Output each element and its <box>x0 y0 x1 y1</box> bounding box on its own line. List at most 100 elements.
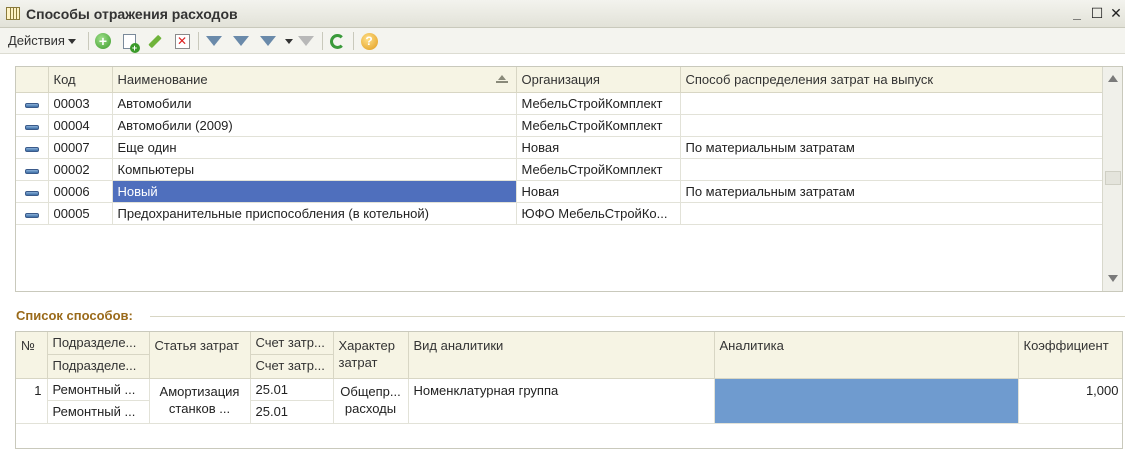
catalog-item-icon <box>24 124 39 130</box>
column-header-number[interactable]: № <box>16 332 48 379</box>
column-header-cost-item[interactable]: Статья затрат <box>149 332 251 379</box>
cell-organization: ЮФО МебельСтройКо... <box>516 202 681 225</box>
cell-name: Компьютеры <box>112 158 517 181</box>
table-header-row: Код Наименование Организация Способ расп… <box>16 67 1104 93</box>
help-icon: ? <box>360 32 378 50</box>
cell-code: 00004 <box>48 114 113 137</box>
toolbar-divider <box>198 32 199 50</box>
column-header-coefficient[interactable]: Коэффициент <box>1018 332 1122 379</box>
cell-code: 00007 <box>48 136 113 159</box>
actions-menu[interactable]: Действия <box>8 33 76 48</box>
table-row[interactable]: 00002 Компьютеры МебельСтройКомплект <box>16 158 1104 181</box>
cell-department-2: Ремонтный ... <box>52 404 136 419</box>
toolbar-divider <box>353 32 354 50</box>
maximize-button[interactable]: ☐ <box>1088 4 1106 22</box>
scroll-thumb[interactable] <box>1105 171 1121 185</box>
cell-distribution-method <box>680 158 1104 181</box>
cell-cost-nature: Общепр... расходы <box>333 378 409 424</box>
filter-history-button[interactable] <box>258 31 278 51</box>
cell-organization: МебельСтройКомплект <box>516 158 681 181</box>
copy-icon <box>122 33 140 53</box>
row-icon-cell <box>16 202 49 225</box>
cell-organization: Новая <box>516 180 681 203</box>
cell-code: 00006 <box>48 180 113 203</box>
cell-department-1: Ремонтный ... <box>47 379 148 401</box>
column-header-account-2[interactable]: Счет затр... <box>251 355 333 378</box>
cell-analytics[interactable] <box>714 378 1019 424</box>
cell-name: Автомобили (2009) <box>112 114 517 137</box>
refresh-button[interactable] <box>327 31 347 51</box>
column-header-name-label: Наименование <box>117 71 208 87</box>
add-button[interactable]: + <box>93 31 113 51</box>
row-icon-cell <box>16 158 49 181</box>
cell-organization: Новая <box>516 136 681 159</box>
column-header-cost-nature[interactable]: Характер затрат <box>333 332 409 379</box>
catalog-item-icon <box>24 190 39 196</box>
column-header-department[interactable]: Подразделе... Подразделе... <box>47 332 150 379</box>
delete-button[interactable]: ✕ <box>172 31 192 51</box>
help-button[interactable]: ? <box>359 31 379 51</box>
cell-distribution-method <box>680 114 1104 137</box>
cell-name: Еще один <box>112 136 517 159</box>
column-header-analytics[interactable]: Аналитика <box>714 332 1019 379</box>
catalog-item-icon <box>24 212 39 218</box>
cell-distribution-method <box>680 202 1104 225</box>
close-button[interactable]: ✕ <box>1107 4 1125 22</box>
catalog-item-icon <box>24 146 39 152</box>
toolbar-divider <box>322 32 323 50</box>
scroll-up-arrow-icon[interactable] <box>1105 69 1121 89</box>
column-header-account-1[interactable]: Счет затр... <box>250 332 332 355</box>
catalog-item-icon <box>24 102 39 108</box>
cell-account-2: 25.01 <box>255 404 289 419</box>
cell-name: Автомобили <box>112 92 517 115</box>
list-icon <box>6 7 20 20</box>
table-row[interactable]: 00007 Еще один Новая По материальным зат… <box>16 136 1104 159</box>
filter-settings-button[interactable] <box>204 31 224 51</box>
row-icon-cell <box>16 114 49 137</box>
cell-organization: МебельСтройКомплект <box>516 92 681 115</box>
section-label: Список способов: <box>16 308 136 323</box>
cell-department: Ремонтный ... Ремонтный ... <box>47 378 150 424</box>
cell-distribution-method: По материальным затратам <box>680 136 1104 159</box>
cell-name: Предохранительные приспособления (в коте… <box>112 202 517 225</box>
table-row[interactable]: 00004 Автомобили (2009) МебельСтройКомпл… <box>16 114 1104 137</box>
clear-filter-button[interactable] <box>296 31 316 51</box>
column-header-organization[interactable]: Организация <box>516 67 681 93</box>
refresh-icon <box>329 33 345 49</box>
column-header-account[interactable]: Счет затр... Счет затр... <box>250 332 334 379</box>
toolbar-divider <box>88 32 89 50</box>
column-header-analytics-type[interactable]: Вид аналитики <box>408 332 715 379</box>
vertical-scrollbar[interactable] <box>1102 67 1122 291</box>
scroll-down-arrow-icon[interactable] <box>1105 269 1121 289</box>
filter-icon <box>233 36 249 46</box>
table-row-selected[interactable]: 00006 Новый Новая По материальным затрат… <box>16 180 1104 203</box>
table-row[interactable]: 00003 Автомобили МебельСтройКомплект <box>16 92 1104 115</box>
icon-column-header <box>16 67 49 93</box>
table-row[interactable]: 1 Ремонтный ... Ремонтный ... Амортизаци… <box>16 378 1122 424</box>
cell-distribution-method <box>680 92 1104 115</box>
minimize-button[interactable]: _ <box>1068 4 1086 22</box>
column-header-department-1[interactable]: Подразделе... <box>47 332 148 355</box>
cell-code: 00002 <box>48 158 113 181</box>
actions-label: Действия <box>8 33 65 48</box>
cell-number: 1 <box>16 378 48 424</box>
filter-by-value-button[interactable] <box>231 31 251 51</box>
cell-name-selected: Новый <box>112 180 517 203</box>
copy-button[interactable] <box>119 31 140 53</box>
column-header-department-2[interactable]: Подразделе... <box>48 355 149 378</box>
methods-detail-table: № Подразделе... Подразделе... Статья зат… <box>15 331 1123 449</box>
row-icon-cell <box>16 180 49 203</box>
column-header-distribution-method[interactable]: Способ распределения затрат на выпуск <box>680 67 1104 93</box>
row-icon-cell <box>16 136 49 159</box>
table-header-row: № Подразделе... Подразделе... Статья зат… <box>16 332 1122 379</box>
row-icon-cell <box>16 92 49 115</box>
edit-button[interactable] <box>145 31 165 51</box>
cell-account: 25.01 25.01 <box>250 378 334 424</box>
table-row[interactable]: 00005 Предохранительные приспособления (… <box>16 202 1104 225</box>
column-header-code[interactable]: Код <box>48 67 113 93</box>
delete-icon: ✕ <box>174 33 190 49</box>
cell-analytics-type: Номенклатурная группа <box>408 378 715 424</box>
cell-code: 00005 <box>48 202 113 225</box>
add-icon: + <box>95 33 111 49</box>
column-header-name[interactable]: Наименование <box>112 67 517 93</box>
